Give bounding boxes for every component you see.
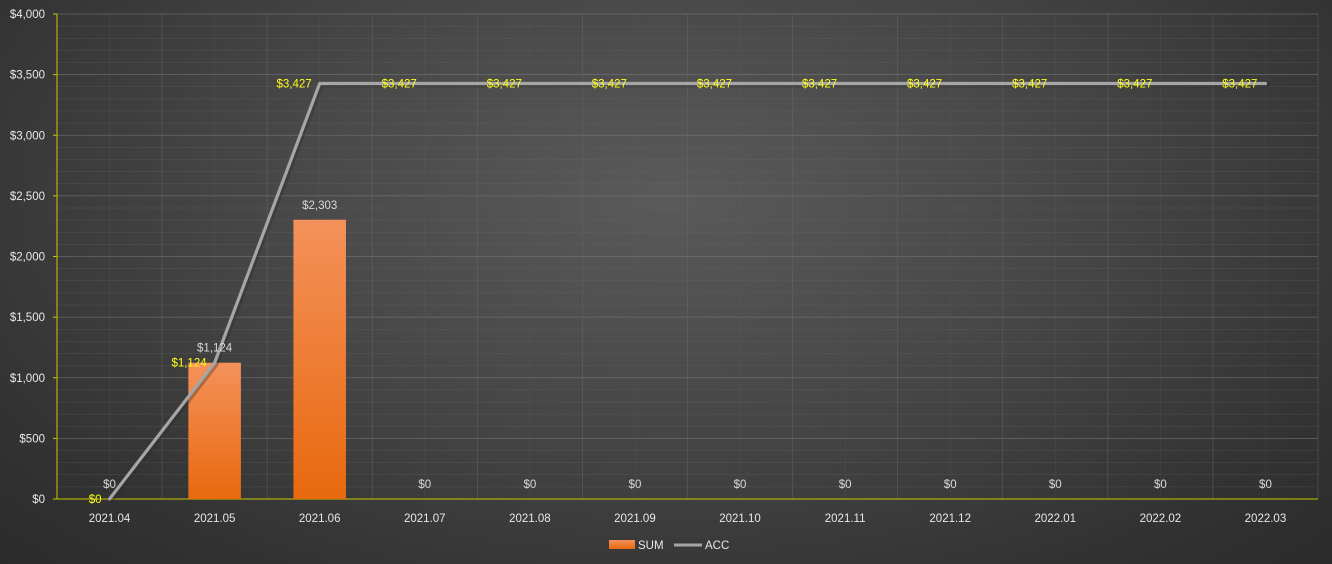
sum-data-label: $2,303 [302, 200, 337, 212]
sum-data-label: $0 [103, 479, 116, 491]
y-tick-label: $2,000 [10, 252, 45, 264]
sum-data-label: $0 [1049, 479, 1062, 491]
acc-data-label: $3,427 [1222, 78, 1257, 90]
y-tick-label: $1,500 [10, 312, 45, 324]
x-tick-label: 2021.05 [194, 513, 236, 525]
acc-data-label: $3,427 [382, 78, 417, 90]
data-labels: $0$1,124$2,303$0 $0 $0 $0 $0 $0 $0 $0 $0$0$1,124… [89, 78, 1272, 506]
y-tick-label: $3,500 [10, 70, 45, 82]
sum-bar [188, 362, 241, 499]
sum-data-label: $0 [1154, 479, 1167, 491]
x-tick-label: 2022.03 [1245, 513, 1287, 525]
legend: SUM ACC [609, 540, 729, 552]
sum-data-label: $0 [523, 479, 536, 491]
acc-data-label: $3,427 [277, 78, 312, 90]
x-tick-label: 2021.11 [825, 513, 866, 525]
x-tick-label: 2021.07 [404, 513, 446, 525]
sum-data-label: $1,124 [197, 343, 233, 355]
x-tick-label: 2021.06 [299, 513, 341, 525]
y-tick-label: $500 [19, 433, 45, 445]
sum-data-label: $0 [734, 479, 747, 491]
acc-line [107, 81, 1270, 503]
acc-data-label: $3,427 [907, 78, 942, 90]
acc-data-label: $3,427 [487, 78, 522, 90]
x-tick-label: 2021.04 [89, 513, 131, 525]
sum-data-label: $0 [1259, 479, 1272, 491]
combo-chart: $0 $500 $1,000 $1,500 $2,000 $2,500 $3,000 $3,5… [10, 9, 1319, 552]
y-tick-label: $1,000 [10, 373, 45, 385]
sum-data-label: $0 [839, 479, 852, 491]
sum-data-label: $0 [629, 479, 642, 491]
acc-data-label: $0 [89, 494, 102, 506]
legend-acc-label: ACC [705, 540, 729, 552]
acc-data-label: $3,427 [697, 78, 732, 90]
acc-data-label: $3,427 [1012, 78, 1047, 90]
y-tick-label: $3,000 [10, 130, 45, 142]
x-tick-label: 2022.02 [1140, 513, 1182, 525]
y-tick-label: $0 [32, 494, 45, 506]
x-tick-label: 2022.01 [1035, 513, 1077, 525]
chart-container: $0 $500 $1,000 $1,500 $2,000 $2,500 $3,000 $3,5… [0, 0, 1332, 564]
x-tick-label: 2021.09 [614, 513, 656, 525]
x-tick-label: 2021.12 [929, 513, 971, 525]
legend-sum-swatch [609, 540, 635, 549]
y-tick-label: $2,500 [10, 191, 45, 203]
acc-data-label: $1,124 [171, 358, 207, 370]
sum-bar [293, 219, 346, 500]
sum-data-label: $0 [944, 479, 957, 491]
y-tick-label: $4,000 [10, 9, 45, 21]
acc-data-label: $3,427 [802, 78, 837, 90]
acc-data-label: $3,427 [1117, 78, 1152, 90]
legend-sum-label: SUM [638, 540, 664, 552]
sum-data-label: $0 [418, 479, 431, 491]
x-tick-label: 2021.08 [509, 513, 551, 525]
x-tick-label: 2021.10 [719, 513, 761, 525]
acc-data-label: $3,427 [592, 78, 627, 90]
